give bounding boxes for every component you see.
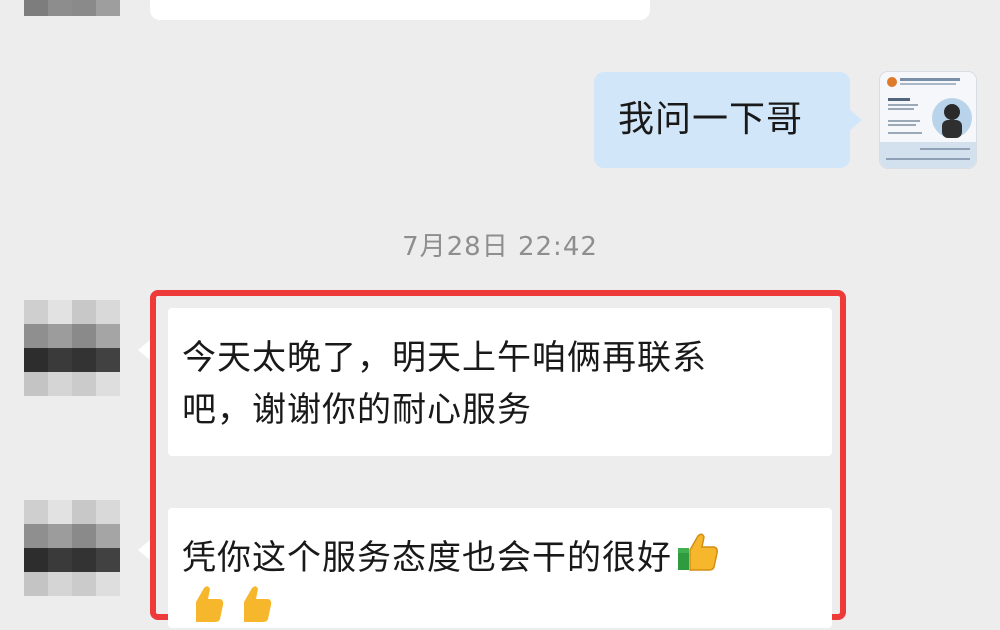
incoming-message-bubble[interactable]: 凭你这个服务态度也会干的很好 [168,508,832,628]
incoming-message-text-line1: 今天太晚了，明天上午咱俩再联系 [182,338,707,378]
outgoing-message-bubble[interactable]: 我问一下哥 [594,72,850,168]
outgoing-bubble-tail [850,110,862,130]
incoming-message-bubble[interactable]: 今天太晚了，明天上午咱俩再联系 吧，谢谢你的耐心服务 [168,308,832,456]
company-logo-icon [887,77,897,87]
business-card-image [880,72,976,168]
incoming-message-text-line2: 吧，谢谢你的耐心服务 [182,390,532,430]
message-timestamp: 7月28日 22:42 [402,232,598,262]
thumbs-up-icon [182,582,278,630]
incoming-bubble-tail [138,540,150,560]
incoming-bubble-tail [138,340,150,360]
message-bubble-top[interactable] [150,0,650,20]
incoming-message-text-content: 凭你这个服务态度也会干的很好 [182,538,672,578]
self-avatar-business-card[interactable] [880,72,976,168]
thumbs-up-icon [676,530,720,589]
outgoing-message-text: 我问一下哥 [618,99,804,140]
contact-avatar-top[interactable] [24,0,120,16]
contact-avatar[interactable] [24,500,120,596]
contact-avatar[interactable] [24,300,120,396]
incoming-message-text: 凭你这个服务态度也会干的很好 [182,530,720,589]
highlight-frame: 今天太晚了，明天上午咱俩再联系 吧，谢谢你的耐心服务 凭你这个服务态度也会干的很… [150,290,846,628]
